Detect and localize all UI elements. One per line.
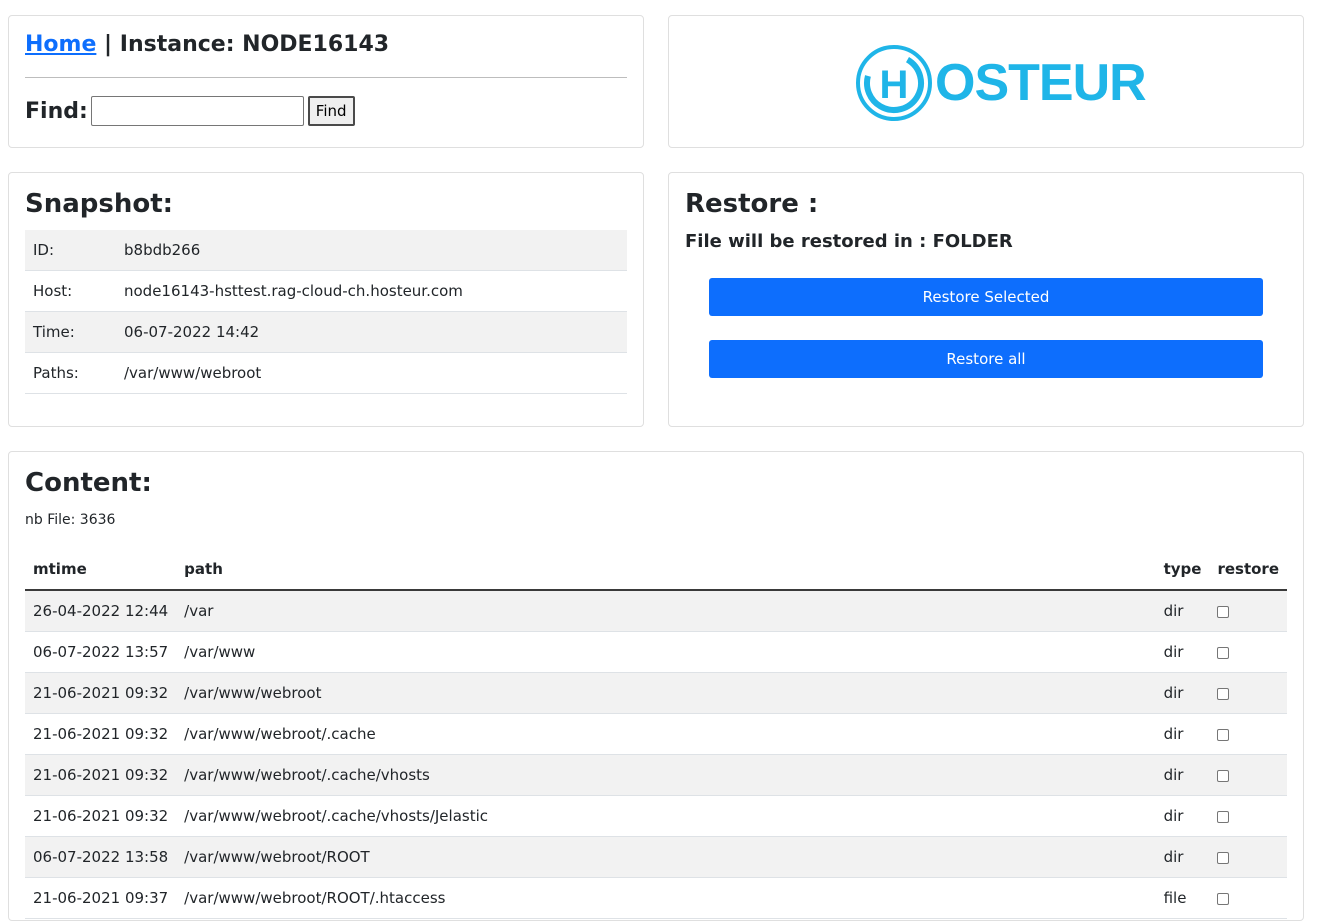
instance-label: Instance: NODE16143	[119, 32, 390, 57]
snapshot-value: node16143-hsttest.rag-cloud-ch.hosteur.c…	[116, 270, 627, 312]
row-mtime: 26-04-2022 12:44	[25, 590, 177, 632]
row-path: /var/www	[176, 631, 1156, 673]
hosteur-logo: H OSTEUR	[855, 44, 1147, 122]
logo-card: H OSTEUR	[668, 15, 1304, 148]
row-path: /var/www/webroot/ROOT	[176, 836, 1156, 878]
home-link[interactable]: Home	[25, 32, 96, 57]
find-form: Find: Find	[25, 96, 355, 126]
restore-title: Restore :	[685, 189, 819, 219]
row-path: /var/www/webroot/ROOT/.htaccess	[176, 877, 1156, 919]
restore-checkbox[interactable]	[1217, 687, 1230, 700]
page-title: Home | Instance: NODE16143	[25, 32, 389, 57]
restore-destination-target: FOLDER	[932, 231, 1013, 252]
svg-text:H: H	[880, 63, 909, 107]
snapshot-row-time: Time: 06-07-2022 14:42	[25, 311, 627, 353]
snapshot-row-paths: Paths: /var/www/webroot	[25, 352, 627, 394]
title-separator: |	[104, 32, 113, 57]
snapshot-value: /var/www/webroot	[116, 352, 627, 394]
row-mtime: 06-07-2022 13:58	[25, 836, 177, 878]
snapshot-card: Snapshot: ID: b8bdb266 Host: node16143-h…	[8, 172, 644, 427]
column-header-path: path	[176, 549, 1156, 591]
column-header-restore: restore	[1209, 549, 1287, 591]
table-row: 21-06-2021 09:32 /var/www/webroot dir	[25, 672, 1287, 714]
snapshot-row-host: Host: node16143-hsttest.rag-cloud-ch.hos…	[25, 270, 627, 312]
row-path: /var/www/webroot/.cache/vhosts	[176, 754, 1156, 796]
row-path: /var/www/webroot/.cache/vhosts/Jelastic	[176, 795, 1156, 837]
find-input[interactable]	[90, 96, 304, 126]
snapshot-key: ID:	[25, 230, 116, 271]
row-path: /var	[176, 590, 1156, 632]
logo-text: OSTEUR	[935, 54, 1147, 112]
restore-checkbox[interactable]	[1217, 810, 1230, 823]
row-type: dir	[1155, 713, 1210, 755]
row-type: dir	[1155, 754, 1210, 796]
table-row: 06-07-2022 13:58 /var/www/webroot/ROOT d…	[25, 836, 1287, 878]
column-header-type: type	[1155, 549, 1210, 591]
row-mtime: 21-06-2021 09:32	[25, 713, 177, 755]
row-type: dir	[1155, 795, 1210, 837]
content-card: Content: nb File: 3636 mtime path type r…	[8, 451, 1304, 921]
snapshot-value: b8bdb266	[116, 230, 627, 271]
restore-destination: File will be restored in : FOLDER	[685, 231, 1013, 252]
row-mtime: 21-06-2021 09:32	[25, 795, 177, 837]
row-mtime: 21-06-2021 09:37	[25, 877, 177, 919]
restore-destination-prefix: File will be restored in :	[685, 231, 933, 252]
table-row: 21-06-2021 09:32 /var/www/webroot/.cache…	[25, 713, 1287, 755]
row-path: /var/www/webroot/.cache	[176, 713, 1156, 755]
row-type: file	[1155, 877, 1210, 919]
snapshot-row-id: ID: b8bdb266	[25, 230, 627, 271]
row-type: dir	[1155, 836, 1210, 878]
row-path: /var/www/webroot	[176, 672, 1156, 714]
instance-card: Home | Instance: NODE16143 Find: Find	[8, 15, 644, 148]
snapshot-key: Paths:	[25, 352, 116, 394]
row-mtime: 06-07-2022 13:57	[25, 631, 177, 673]
file-count: nb File: 3636	[25, 512, 116, 528]
files-table-header: mtime path type restore	[25, 549, 1287, 591]
table-row: 21-06-2021 09:32 /var/www/webroot/.cache…	[25, 754, 1287, 796]
restore-checkbox[interactable]	[1217, 646, 1230, 659]
snapshot-title: Snapshot:	[25, 189, 174, 219]
table-row: 06-07-2022 13:57 /var/www dir	[25, 631, 1287, 673]
snapshot-key: Time:	[25, 311, 116, 353]
table-row: 21-06-2021 09:32 /var/www/webroot/.cache…	[25, 795, 1287, 837]
table-row: 26-04-2022 12:44 /var dir	[25, 590, 1287, 632]
row-mtime: 21-06-2021 09:32	[25, 672, 177, 714]
table-row: 21-06-2021 09:37 /var/www/webroot/ROOT/.…	[25, 877, 1287, 919]
restore-checkbox[interactable]	[1217, 605, 1230, 618]
snapshot-value: 06-07-2022 14:42	[116, 311, 627, 353]
content-title: Content:	[25, 468, 152, 498]
files-table: mtime path type restore 26-04-2022 12:44…	[25, 549, 1287, 919]
find-label: Find:	[25, 98, 88, 124]
column-header-mtime: mtime	[25, 549, 177, 591]
restore-checkbox[interactable]	[1217, 892, 1230, 905]
row-type: dir	[1155, 590, 1210, 632]
row-type: dir	[1155, 631, 1210, 673]
row-mtime: 21-06-2021 09:32	[25, 754, 177, 796]
restore-checkbox[interactable]	[1217, 728, 1230, 741]
restore-selected-button[interactable]: Restore Selected	[709, 278, 1263, 316]
hosteur-logo-mark: H	[856, 45, 932, 121]
restore-checkbox[interactable]	[1217, 851, 1230, 864]
restore-all-button[interactable]: Restore all	[709, 340, 1263, 378]
divider	[25, 77, 627, 78]
snapshot-key: Host:	[25, 270, 116, 312]
snapshot-table: ID: b8bdb266 Host: node16143-hsttest.rag…	[25, 230, 627, 394]
find-button[interactable]: Find	[307, 96, 355, 126]
restore-checkbox[interactable]	[1217, 769, 1230, 782]
restore-card: Restore : File will be restored in : FOL…	[668, 172, 1304, 427]
row-type: dir	[1155, 672, 1210, 714]
